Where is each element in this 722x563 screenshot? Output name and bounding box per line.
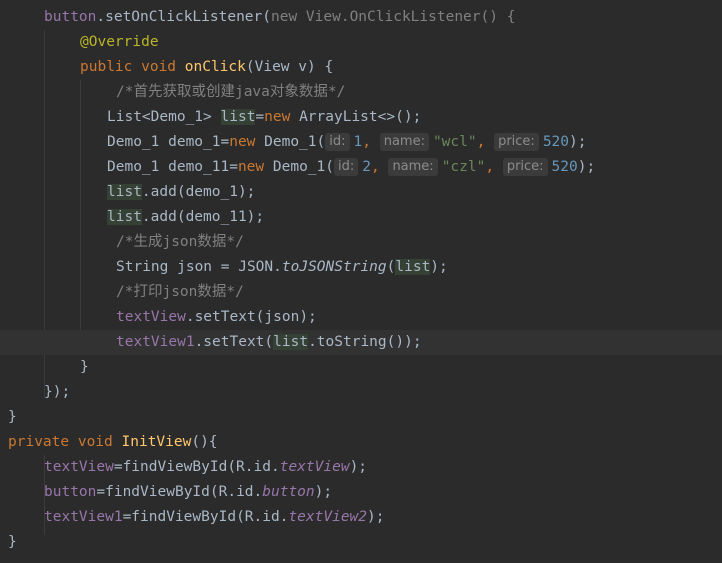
comment: /*打印json数据*/	[116, 284, 244, 300]
code-token: =findViewById(R.id.	[96, 484, 263, 500]
field-reference: textView1	[44, 509, 123, 525]
code-editor[interactable]: button.setOnClickListener(new View.OnCli…	[0, 0, 722, 563]
code-token: .setOnClickListener(	[96, 9, 271, 25]
comment: /*首先获取或创建java对象数据*/	[116, 84, 346, 100]
code-line-8[interactable]: list.add(demo_1);	[0, 180, 722, 205]
code-line-16[interactable]: });	[0, 380, 722, 405]
code-token: }	[8, 534, 17, 550]
code-line-1[interactable]: button.setOnClickListener(new View.OnCli…	[0, 5, 722, 30]
code-line-2[interactable]: @Override	[0, 30, 722, 55]
resource-id: textView2	[288, 509, 368, 525]
code-token: ,	[485, 159, 503, 175]
code-token: ,	[476, 134, 495, 150]
code-line-11[interactable]: String json = JSON.toJSONString(list);	[0, 255, 722, 280]
parameter-hint: id:	[333, 158, 359, 176]
code-token: (View v) {	[245, 59, 334, 75]
code-line-10[interactable]: /*生成json数据*/	[0, 230, 722, 255]
code-token: public void	[80, 59, 185, 75]
code-token: String json = JSON.	[116, 259, 282, 275]
number-literal: 2	[362, 159, 371, 175]
highlighted-identifier: list	[220, 109, 256, 125]
code-token: .add(demo_11);	[141, 209, 265, 225]
field-reference: textView	[116, 309, 186, 325]
parameter-hint: name:	[379, 133, 429, 151]
code-token: );	[577, 159, 596, 175]
code-token: );	[569, 134, 587, 150]
code-token: =findViewById(R.id.	[122, 509, 289, 525]
code-token: =findViewById(R.id.	[113, 459, 280, 475]
code-token: (){	[191, 434, 218, 450]
code-token: Demo_1(	[264, 134, 326, 150]
code-token: .add(demo_1);	[141, 184, 256, 200]
code-token: List<Demo_1>	[107, 109, 221, 125]
resource-id: button	[262, 484, 315, 500]
field-reference: textView1	[116, 334, 195, 350]
code-line-4[interactable]: /*首先获取或创建java对象数据*/	[0, 80, 722, 105]
code-line-15[interactable]: }	[0, 355, 722, 380]
string-literal: "czl"	[441, 159, 486, 175]
highlighted-identifier: list	[107, 209, 142, 225]
code-line-20[interactable]: button=findViewById(R.id.button);	[0, 480, 722, 505]
code-token: Demo_1 demo_11=	[107, 159, 238, 175]
highlighted-identifier: list	[107, 184, 142, 200]
highlighted-identifier: list	[273, 334, 309, 350]
highlighted-identifier: list	[395, 259, 431, 275]
code-token: private void	[8, 434, 122, 450]
code-line-9[interactable]: list.add(demo_11);	[0, 205, 722, 230]
code-line-18[interactable]: private void InitView(){	[0, 430, 722, 455]
number-literal: 1	[353, 134, 363, 150]
resource-id: textView	[279, 459, 350, 475]
field-reference: textView	[44, 459, 114, 475]
code-token: });	[44, 384, 71, 400]
code-token: ArrayList<>();	[299, 109, 422, 125]
static-method: toJSONString	[281, 259, 387, 275]
code-token: ,	[370, 159, 389, 175]
code-line-19[interactable]: textView=findViewById(R.id.textView);	[0, 455, 722, 480]
code-token: );	[314, 484, 333, 500]
code-token: new	[264, 109, 300, 125]
parameter-hint: name:	[388, 158, 438, 176]
code-line-22[interactable]: }	[0, 530, 722, 555]
code-line-17[interactable]: }	[0, 405, 722, 430]
field-reference: button	[44, 484, 97, 500]
number-literal: 520	[551, 159, 578, 175]
code-line-6[interactable]: Demo_1 demo_1=new Demo_1(id: 1, name: "wcl…	[0, 130, 722, 155]
code-token: .setText(	[194, 334, 274, 350]
code-line-13[interactable]: textView.setText(json);	[0, 305, 722, 330]
number-literal: 520	[542, 134, 570, 150]
code-token: =	[255, 109, 265, 125]
code-token: new	[237, 159, 273, 175]
comment: /*生成json数据*/	[116, 234, 244, 250]
code-line-12[interactable]: /*打印json数据*/	[0, 280, 722, 305]
code-token: );	[367, 509, 385, 525]
annotation: @Override	[80, 34, 159, 50]
code-token: ,	[362, 134, 380, 150]
method-name: InitView	[121, 434, 192, 450]
code-token: }	[8, 409, 17, 425]
code-token: button	[44, 9, 97, 25]
code-line-14[interactable]: textView1.setText(list.toString());	[0, 330, 722, 355]
code-line-5[interactable]: List<Demo_1> list=new ArrayList<>();	[0, 105, 722, 130]
code-token: Demo_1 demo_1=	[107, 134, 230, 150]
code-token: new	[229, 134, 265, 150]
method-name: onClick	[184, 59, 246, 75]
code-token: );	[430, 259, 448, 275]
parameter-hint: price:	[494, 133, 539, 151]
code-token: }	[80, 359, 89, 375]
string-literal: "wcl"	[432, 134, 477, 150]
code-token: .toString());	[308, 334, 422, 350]
code-line-3[interactable]: public void onClick(View v) {	[0, 55, 722, 80]
code-line-7[interactable]: Demo_1 demo_11=new Demo_1(id: 2, name: "cz…	[0, 155, 722, 180]
code-token: );	[349, 459, 368, 475]
code-token: Demo_1(	[272, 159, 334, 175]
parameter-hint: id:	[325, 133, 350, 151]
code-token: .setText(json);	[185, 309, 317, 325]
code-token: new View.OnClickListener() {	[271, 9, 516, 25]
parameter-hint: price:	[502, 158, 548, 176]
code-line-21[interactable]: textView1=findViewById(R.id.textView2);	[0, 505, 722, 530]
